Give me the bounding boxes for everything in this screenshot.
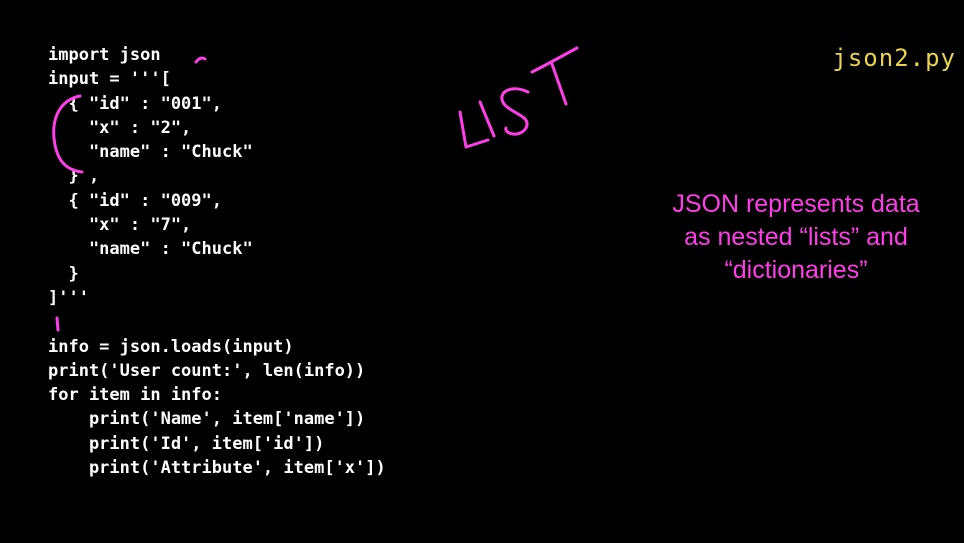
code-line: "x" : "2", (48, 117, 192, 138)
code-line: print('Id', item['id']) (48, 433, 325, 454)
ink-letter (550, 62, 568, 106)
filename-label: json2.py (832, 44, 956, 72)
code-line: print('Attribute', item['x']) (48, 458, 386, 479)
code-line: ]''' (48, 287, 89, 308)
caption-line: “dictionaries” (724, 256, 868, 284)
code-line: import json (48, 45, 161, 65)
ink-letter (500, 87, 530, 136)
caption-line: JSON represents data (672, 190, 920, 218)
lecture-slide: import json input = '''[ { "id" : "001", … (0, 0, 964, 543)
code-line: "x" : "7", (48, 215, 192, 236)
code-line: for item in info: (48, 385, 222, 406)
slide-caption: JSON represents data as nested “lists” a… (640, 188, 952, 287)
code-line: { "id" : "001", (48, 93, 222, 114)
code-line: print('Name', item['name']) (48, 409, 366, 430)
code-listing: import json input = '''[ { "id" : "001", … (48, 43, 386, 480)
code-line: input = '''[ (48, 69, 171, 90)
ink-letter (478, 100, 496, 138)
ink-letter (530, 46, 579, 74)
caption-line: as nested “lists” and (684, 223, 908, 251)
code-line: } (48, 263, 79, 284)
code-line: } , (48, 166, 100, 187)
code-line: print('User count:', len(info)) (48, 360, 366, 381)
code-line: "name" : "Chuck" (48, 239, 253, 260)
code-line: "name" : "Chuck" (48, 142, 253, 163)
ink-letter (458, 110, 490, 149)
code-line: info = json.loads(input) (48, 336, 294, 357)
code-line: { "id" : "009", (48, 190, 222, 211)
